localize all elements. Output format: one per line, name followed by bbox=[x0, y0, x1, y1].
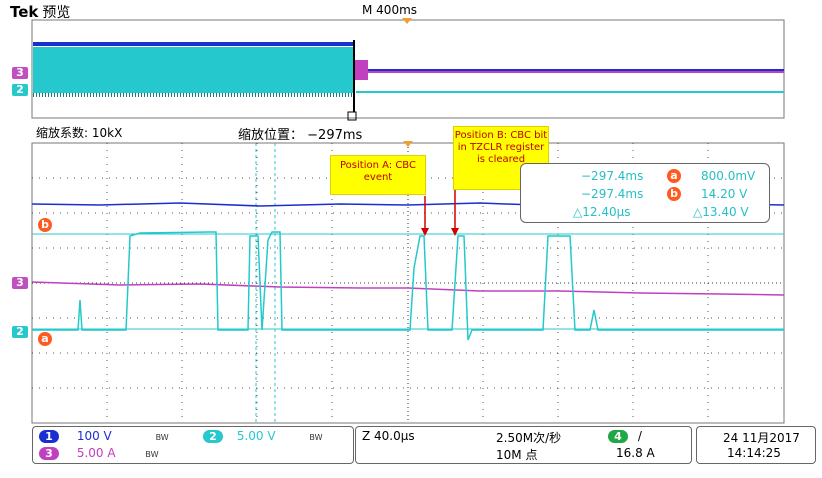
position-a-note: Position A: CBC event bbox=[330, 155, 426, 195]
trigger-slope-icon: / bbox=[637, 429, 642, 443]
zoom-position-label: 缩放位置： bbox=[238, 128, 304, 143]
zoom-position: 缩放位置： −297ms bbox=[238, 124, 362, 143]
cursor-b-icon: b bbox=[667, 187, 681, 201]
ch1-scale: 100 V bbox=[76, 429, 112, 443]
ch3-setting[interactable]: 3 5.00 A BW bbox=[39, 446, 159, 460]
cursor-readout: −297.4ms a 800.0mV −297.4ms b 14.20 V △1… bbox=[520, 163, 770, 223]
zoom-ch2-marker: 2 bbox=[12, 326, 28, 338]
ch2-bandwidth-icon: BW bbox=[309, 433, 323, 442]
ch3-bandwidth-icon: BW bbox=[145, 450, 159, 459]
waveform-display bbox=[12, 18, 785, 424]
datetime-panel: 24 11月2017 14:14:25 bbox=[696, 426, 816, 464]
cursor-a-marker: a bbox=[38, 332, 52, 346]
cursor-b-value: 14.20 V bbox=[701, 187, 748, 201]
sample-rate: 2.50M次/秒 bbox=[496, 431, 562, 445]
cursor-delta-time: △12.40µs bbox=[573, 205, 631, 219]
cursor-b-marker: b bbox=[38, 218, 52, 232]
trigger-source-badge: 4 bbox=[608, 430, 628, 443]
ch2-scale: 5.00 V bbox=[236, 429, 276, 443]
cursor-a-value: 800.0mV bbox=[701, 169, 756, 183]
zoom-factor: 缩放系数: 10kX bbox=[36, 126, 123, 140]
ch1-bandwidth-icon: BW bbox=[155, 433, 169, 442]
cursor-delta-value: △13.40 V bbox=[693, 205, 749, 219]
trigger-setting[interactable]: 4 / bbox=[608, 429, 642, 443]
zoom-ch3-marker: 3 bbox=[12, 277, 28, 289]
overview-ch3-marker: 3 bbox=[12, 67, 28, 79]
ch1-badge: 1 bbox=[39, 430, 59, 443]
zoom-time: Z 40.0µs bbox=[362, 429, 415, 443]
date-label: 24 11月2017 bbox=[723, 431, 800, 445]
cursor-a-icon: a bbox=[667, 169, 681, 183]
overview-ch2-marker: 2 bbox=[12, 84, 28, 96]
overview-ch2-trace bbox=[33, 47, 355, 93]
time-label: 14:14:25 bbox=[727, 446, 781, 460]
overview-ch1-trace bbox=[33, 42, 355, 46]
cursor-b-time: −297.4ms bbox=[581, 187, 644, 201]
channel-settings-panel[interactable]: 1 100 V BW 2 5.00 V BW 3 5.00 A BW bbox=[32, 426, 354, 464]
ch3-badge: 3 bbox=[39, 447, 59, 460]
record-length: 10M 点 bbox=[496, 448, 538, 462]
ch2-badge: 2 bbox=[203, 430, 223, 443]
ch2-setting[interactable]: 2 5.00 V BW bbox=[203, 429, 323, 443]
ch1-setting[interactable]: 1 100 V BW bbox=[39, 429, 169, 443]
acquisition-panel[interactable]: Z 40.0µs 2.50M次/秒 10M 点 4 / 16.8 A bbox=[355, 426, 692, 464]
zoom-position-value: −297ms bbox=[307, 128, 363, 143]
ch3-scale: 5.00 A bbox=[76, 446, 116, 460]
trigger-level: 16.8 A bbox=[616, 446, 655, 460]
cursor-a-time: −297.4ms bbox=[581, 169, 644, 183]
